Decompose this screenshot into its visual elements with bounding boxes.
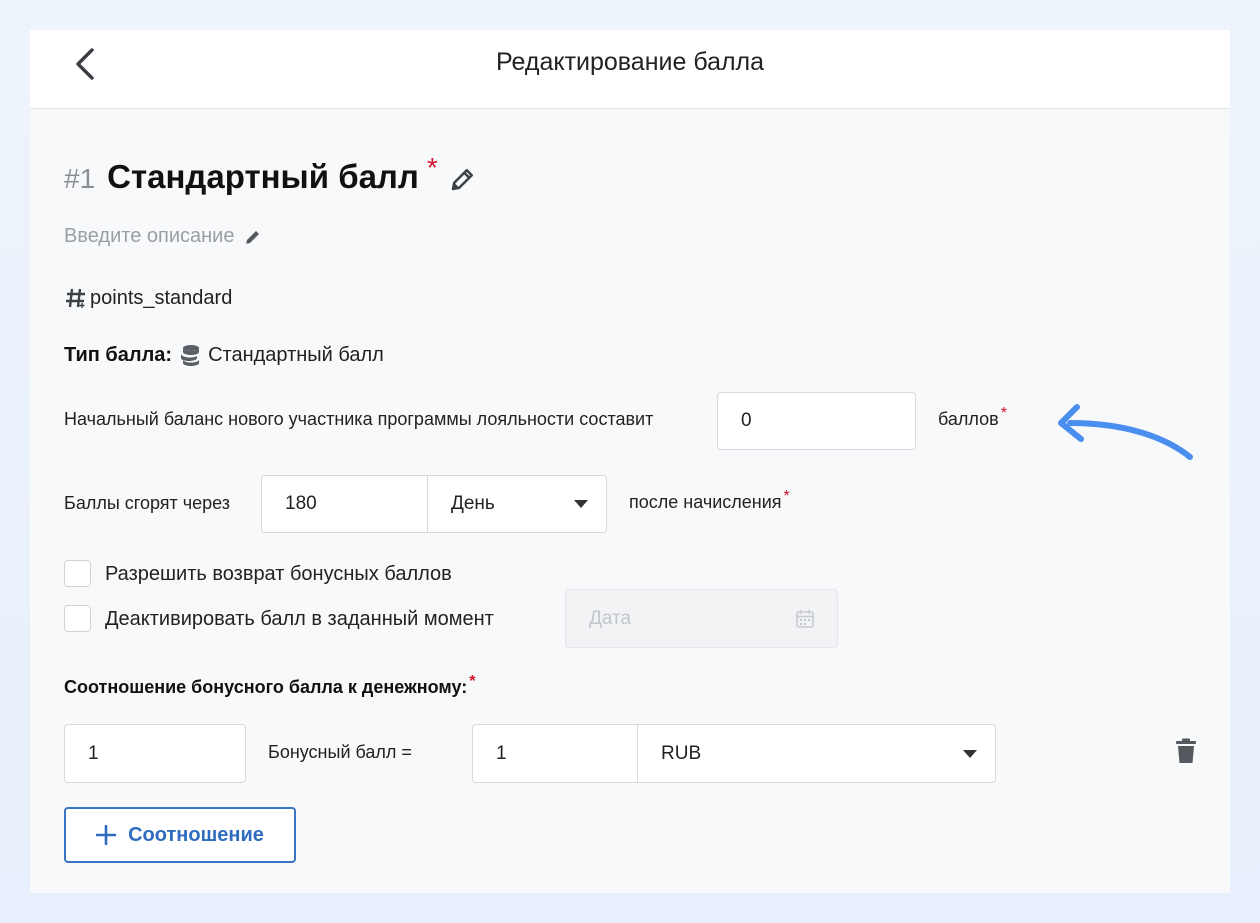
pencil-icon (246, 230, 260, 244)
expiry-suffix-wrap: после начисления * (629, 488, 790, 513)
page-title: Редактирование балла (495, 48, 765, 76)
point-type-row: Тип балла: Стандартный балл (64, 343, 384, 367)
money-value-input[interactable]: 1 (472, 724, 638, 783)
edit-description-button[interactable] (244, 228, 262, 246)
initial-balance-unit-wrap: баллов * (938, 405, 1007, 430)
point-number: #1 (64, 163, 96, 194)
page-header: Редактирование балла (30, 30, 1230, 109)
delete-ratio-button[interactable] (1175, 738, 1197, 764)
deactivate-checkbox[interactable] (64, 605, 91, 632)
required-mark: * (426, 152, 438, 183)
initial-balance-label: Начальный баланс нового участника програ… (64, 409, 654, 429)
chevron-down-icon (963, 749, 977, 758)
deactivation-date-input[interactable]: Дата (565, 589, 838, 648)
point-type-label: Тип балла: (64, 343, 173, 366)
initial-balance-unit: баллов (938, 409, 999, 429)
trash-icon (1176, 738, 1196, 763)
expiry-period-value: День (451, 493, 495, 514)
expiry-suffix: после начисления (629, 492, 782, 512)
curved-arrow-icon (1058, 404, 1193, 460)
currency-select[interactable]: RUB (637, 724, 996, 783)
description-placeholder[interactable]: Введите описание (64, 225, 234, 248)
point-code-row: points_standard (64, 286, 232, 310)
calendar-icon (796, 610, 814, 628)
edit-name-button[interactable] (448, 164, 478, 194)
chevron-down-icon (574, 500, 588, 508)
point-name: Стандартный балл (107, 158, 419, 195)
expiry-value-input[interactable]: 180 (261, 475, 428, 533)
bonus-equals-label: Бонусный балл = (268, 742, 412, 762)
ratio-title-wrap: Соотношение бонусного балла к денежному:… (64, 673, 475, 698)
ratio-title: Соотношение бонусного балла к денежному: (64, 677, 468, 697)
bonus-value-input[interactable]: 1 (64, 724, 246, 783)
edit-point-card: Редактирование балла #1 Стандартный балл… (30, 30, 1230, 893)
required-mark: * (469, 673, 476, 690)
expiry-period-select[interactable]: День (427, 475, 607, 533)
point-code: points_standard (90, 286, 233, 309)
pencil-icon (451, 169, 473, 191)
point-type-value: Стандартный балл (208, 343, 384, 366)
currency-value: RUB (661, 742, 702, 764)
allow-return-checkbox[interactable] (64, 560, 91, 587)
required-mark: * (1000, 405, 1007, 422)
allow-return-label[interactable]: Разрешить возврат бонусных баллов (105, 563, 452, 586)
required-mark: * (783, 488, 790, 505)
initial-balance-input[interactable]: 0 (717, 392, 916, 450)
point-title-row: #1 Стандартный балл * (64, 152, 478, 198)
add-ratio-button[interactable]: Соотношение (64, 807, 296, 863)
description-row[interactable]: Введите описание (64, 225, 262, 248)
coins-icon (181, 345, 200, 366)
expiry-label: Баллы сгорят через (64, 493, 231, 513)
plus-icon (96, 825, 117, 845)
deactivate-label[interactable]: Деактивировать балл в заданный момент (105, 608, 494, 631)
add-ratio-label: Соотношение (128, 823, 264, 846)
date-placeholder: Дата (589, 607, 632, 629)
hashtag-icon (66, 288, 85, 308)
